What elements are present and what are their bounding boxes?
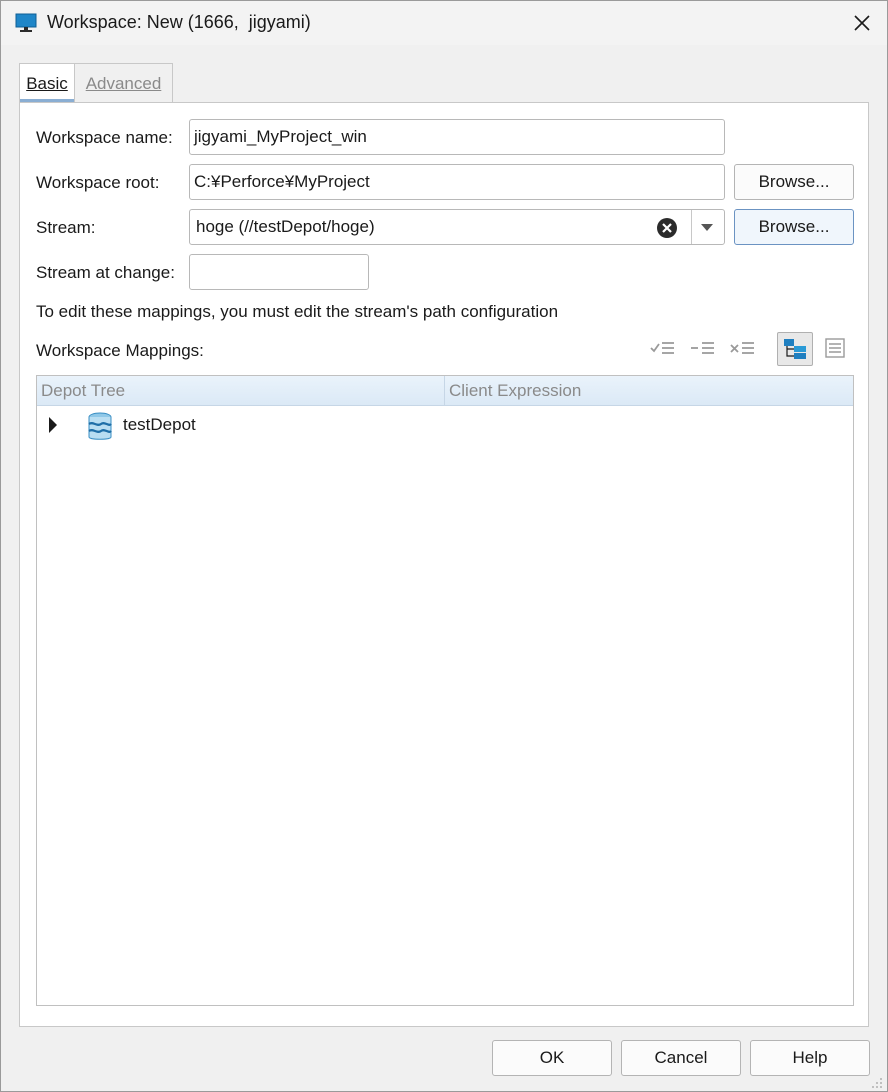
workspace-name-field[interactable]: jigyami_MyProject_win xyxy=(189,119,725,155)
workspace-root-field[interactable]: C:¥Perforce¥MyProject xyxy=(189,164,725,200)
cancel-button-label: Cancel xyxy=(654,1048,708,1067)
cancel-button[interactable]: Cancel xyxy=(621,1040,741,1076)
stream-at-change-field[interactable] xyxy=(189,254,369,290)
tab-basic[interactable]: Basic xyxy=(19,63,75,103)
workspace-root-browse-button[interactable]: Browse... xyxy=(734,164,854,200)
workspace-root-value: C:¥Perforce¥MyProject xyxy=(194,172,370,191)
title-bar: Workspace: New (1666, jigyami) xyxy=(1,1,887,45)
workspace-name-value: jigyami_MyProject_win xyxy=(194,127,367,146)
basic-panel: Workspace name: jigyami_MyProject_win Wo… xyxy=(19,102,869,1027)
expand-arrow-icon[interactable] xyxy=(49,417,57,433)
depot-icon xyxy=(88,412,112,440)
exclude-icon[interactable] xyxy=(687,333,717,363)
window-title: Workspace: New (1666, jigyami) xyxy=(47,12,311,32)
tab-basic-label: Basic xyxy=(26,74,68,93)
stream-browse-button[interactable]: Browse... xyxy=(734,209,854,245)
close-icon xyxy=(854,15,870,31)
tab-advanced[interactable]: Advanced xyxy=(75,63,173,103)
column-header-client-expression[interactable]: Client Expression xyxy=(449,381,581,401)
browse-button-label: Browse... xyxy=(758,217,830,236)
include-icon[interactable] xyxy=(647,333,677,363)
tree-row-label: testDepot xyxy=(123,415,196,434)
workspace-mappings-label: Workspace Mappings: xyxy=(36,341,204,360)
mappings-tree[interactable]: Depot Tree Client Expression testDepot xyxy=(36,375,854,1006)
stream-combobox[interactable]: hoge (//testDepot/hoge) xyxy=(189,209,725,245)
browse-button-label: Browse... xyxy=(758,172,830,191)
dialog-window: Workspace: New (1666, jigyami) Basic Adv… xyxy=(0,0,888,1092)
chevron-down-icon[interactable] xyxy=(701,224,713,231)
resize-grip-icon[interactable] xyxy=(869,1075,883,1089)
monitor-icon xyxy=(15,13,37,32)
stream-label: Stream: xyxy=(36,218,96,237)
workspace-name-label: Workspace name: xyxy=(36,128,173,147)
tree-view-icon[interactable] xyxy=(777,332,813,366)
stream-value: hoge (//testDepot/hoge) xyxy=(196,217,375,236)
workspace-root-label: Workspace root: xyxy=(36,173,160,192)
help-button-label: Help xyxy=(792,1048,828,1067)
text-view-icon[interactable] xyxy=(820,333,850,363)
column-header-depot-tree[interactable]: Depot Tree xyxy=(41,381,125,401)
stream-at-change-label: Stream at change: xyxy=(36,263,175,282)
tab-advanced-label: Advanced xyxy=(85,74,162,93)
column-separator[interactable] xyxy=(444,376,445,406)
remove-icon[interactable] xyxy=(727,333,757,363)
combobox-separator xyxy=(691,210,692,244)
tree-header: Depot Tree Client Expression xyxy=(37,376,853,406)
help-button[interactable]: Help xyxy=(750,1040,870,1076)
clear-icon[interactable] xyxy=(656,217,678,239)
info-text: To edit these mappings, you must edit th… xyxy=(36,302,559,321)
ok-button[interactable]: OK xyxy=(492,1040,612,1076)
ok-button-label: OK xyxy=(539,1048,565,1067)
tree-row[interactable]: testDepot xyxy=(37,408,853,444)
close-button[interactable] xyxy=(841,5,883,41)
